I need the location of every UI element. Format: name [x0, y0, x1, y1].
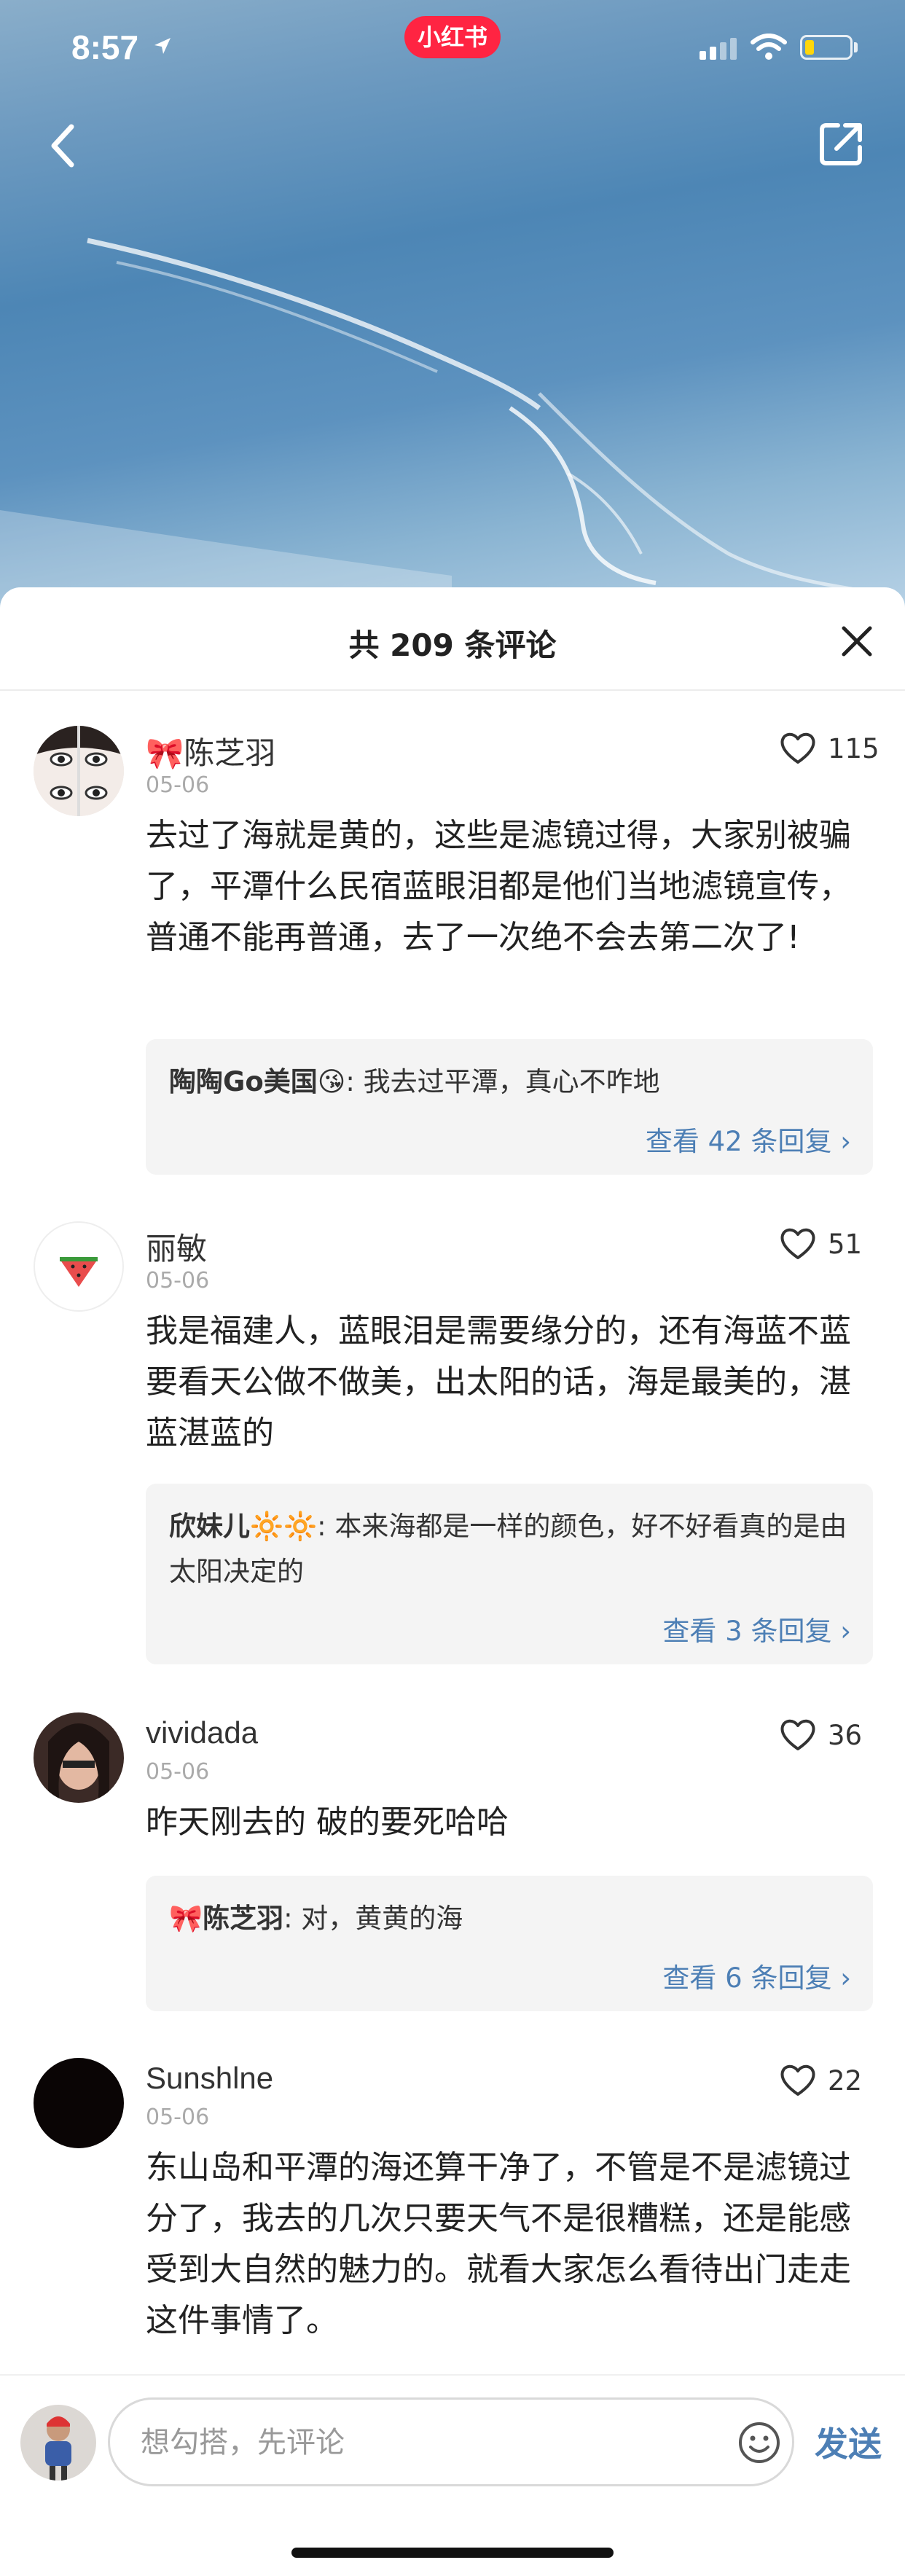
- reply-username[interactable]: 欣妹儿🔆🔆: [169, 1511, 317, 1542]
- view-replies-link[interactable]: 查看 6 条回复 ›: [662, 1956, 851, 1995]
- sheet-header: 共 209 条评论: [0, 587, 905, 691]
- comment-username[interactable]: 🎀陈芝羽: [146, 729, 275, 773]
- like-count: 51: [828, 1229, 863, 1260]
- post-photo: 8:57 小红书: [0, 0, 905, 612]
- comment-text: 东山岛和平潭的海还算干净了，不管是不是滤镜过分了，我去的几次只要天气不是很糟糕，…: [146, 2149, 851, 2339]
- heart-icon[interactable]: [780, 732, 816, 765]
- reply-preview-text: 🎀陈芝羽: 对，黄黄的海: [169, 1896, 850, 1941]
- watermelon-icon: [60, 1257, 98, 1287]
- comment-username[interactable]: Sunshlne: [146, 2061, 273, 2096]
- avatar[interactable]: [34, 1221, 124, 1312]
- signal-icon: [700, 38, 737, 60]
- reply-content: : 对，黄黄的海: [283, 1903, 463, 1934]
- reply-username[interactable]: 🎀陈芝羽: [169, 1903, 283, 1934]
- status-bar: 8:57 小红书: [0, 0, 905, 95]
- comment-date: 05-06: [146, 1268, 210, 1293]
- app-badge: 小红书: [404, 16, 501, 58]
- comment-count-title: 共 209 条评论: [348, 627, 557, 663]
- comment-input-pill[interactable]: [108, 2397, 794, 2486]
- battery-icon: [800, 35, 853, 60]
- wifi-icon: [751, 34, 787, 60]
- reply-preview[interactable]: 陶陶Go美国😘: 我去过平潭，真心不咋地 查看 42 条回复 ›: [146, 1039, 873, 1175]
- like-count: 36: [828, 1720, 863, 1751]
- like-count: 115: [828, 733, 879, 764]
- close-icon[interactable]: [838, 622, 876, 660]
- heart-icon[interactable]: [780, 2064, 816, 2097]
- comment-date: 05-06: [146, 2105, 210, 2130]
- location-arrow-icon: [154, 38, 171, 54]
- reply-content: : 我去过平潭，真心不咋地: [345, 1066, 660, 1097]
- status-time: 8:57: [71, 28, 139, 66]
- comment-input[interactable]: [139, 2416, 710, 2470]
- comment-date: 05-06: [146, 772, 210, 798]
- view-replies-link[interactable]: 查看 3 条回复 ›: [662, 1609, 851, 1648]
- reply-preview-text: 陶陶Go美国😘: 我去过平潭，真心不咋地: [169, 1060, 850, 1105]
- emoji-icon[interactable]: [737, 2420, 782, 2465]
- comment-text: 昨天刚去的 破的要死哈哈: [146, 1804, 509, 1841]
- comment-sheet: 共 209 条评论 🎀陈芝羽 05-06 115 去过了海就是黄的，这些是滤镜过…: [0, 587, 905, 2575]
- my-avatar[interactable]: [20, 2405, 96, 2481]
- avatar[interactable]: [34, 1712, 124, 1803]
- battery-cap: [854, 42, 858, 52]
- comment-date: 05-06: [146, 1759, 210, 1785]
- heart-icon[interactable]: [780, 1718, 816, 1752]
- avatar[interactable]: [34, 2058, 124, 2148]
- comment-input-bar: 发送: [0, 2374, 905, 2576]
- reply-username[interactable]: 陶陶Go美国😘: [169, 1066, 345, 1097]
- comment-username[interactable]: vividada: [146, 1715, 258, 1750]
- home-indicator: [291, 2548, 614, 2558]
- view-replies-link[interactable]: 查看 42 条回复 ›: [646, 1119, 851, 1159]
- heart-icon[interactable]: [780, 1227, 816, 1261]
- reply-preview[interactable]: 欣妹儿🔆🔆: 本来海都是一样的颜色，好不好看真的是由太阳决定的 查看 3 条回复…: [146, 1484, 873, 1664]
- reply-preview[interactable]: 🎀陈芝羽: 对，黄黄的海 查看 6 条回复 ›: [146, 1876, 873, 2011]
- send-button[interactable]: 发送: [815, 2418, 882, 2466]
- back-arrow-icon[interactable]: [42, 117, 86, 175]
- comment-text: 我是福建人，蓝眼泪是需要缘分的，还有海蓝不蓝要看天公做不做美，出太阳的话，海是最…: [146, 1312, 851, 1452]
- reply-preview-text: 欣妹儿🔆🔆: 本来海都是一样的颜色，好不好看真的是由太阳决定的: [169, 1504, 850, 1594]
- comment-username[interactable]: 丽敏: [146, 1224, 207, 1269]
- share-icon[interactable]: [816, 118, 867, 169]
- like-count: 22: [828, 2065, 863, 2097]
- avatar[interactable]: [34, 726, 124, 816]
- comment-text: 去过了海就是黄的，这些是滤镜过得，大家别被骗了，平潭什么民宿蓝眼泪都是他们当地滤…: [146, 817, 851, 956]
